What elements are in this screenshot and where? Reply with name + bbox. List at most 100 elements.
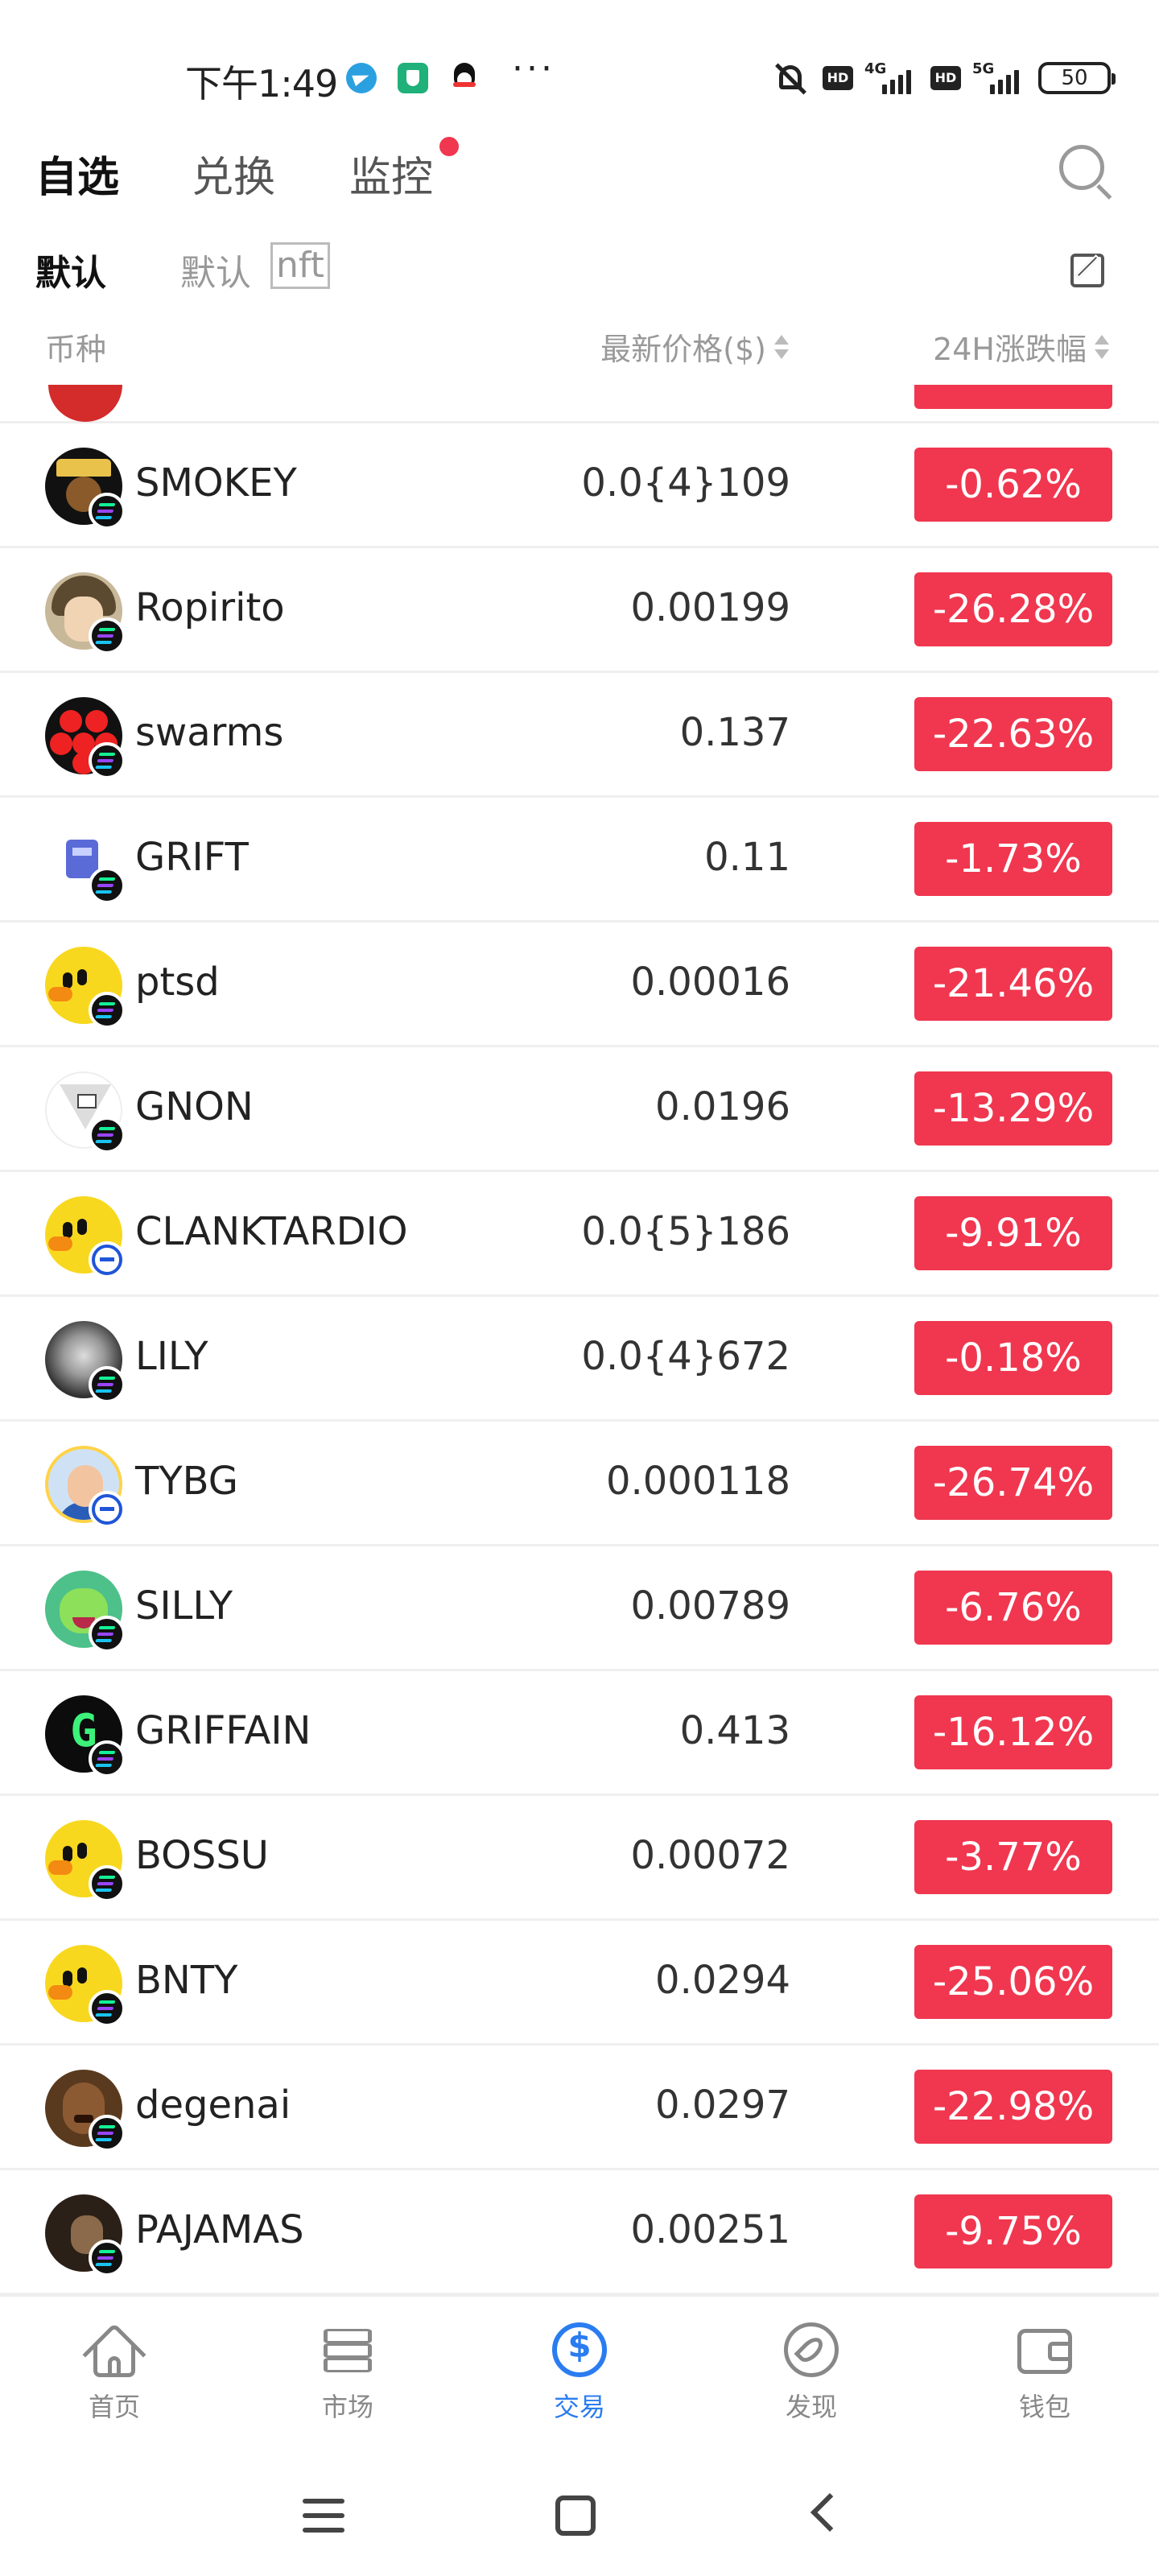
token-symbol: BNTY: [135, 1958, 238, 2003]
subtab-default-2[interactable]: 默认: [180, 244, 251, 295]
token-symbol: swarms: [135, 710, 284, 755]
token-price: 0.11: [704, 835, 790, 880]
change-badge[interactable]: -26.28%: [914, 572, 1112, 646]
token-list[interactable]: SMOKEY 0.0{4}109 -0.62% Ropirito 0.00199 -26.…: [0, 385, 1159, 2294]
column-change[interactable]: 24H涨跌幅: [933, 324, 1111, 369]
solana-chain-icon: [89, 2240, 126, 2277]
token-row[interactable]: CLANKTARDIO 0.0{5}186 -9.91%: [0, 1172, 1159, 1297]
token-row[interactable]: LILY 0.0{4}672 -0.18%: [0, 1297, 1159, 1422]
change-badge[interactable]: -6.76%: [914, 1571, 1112, 1645]
token-symbol: CLANKTARDIO: [135, 1209, 408, 1254]
more-notifications-icon: ···: [512, 48, 555, 89]
token-price: 0.0294: [655, 1958, 790, 2003]
token-price: 0.00199: [630, 585, 791, 630]
status-time: 下午1:49: [185, 62, 338, 105]
system-nav-bar: [0, 2455, 1159, 2576]
nav-trade[interactable]: $ 交易: [523, 2319, 636, 2424]
token-price: 0.00789: [630, 1583, 791, 1629]
edit-icon[interactable]: [1070, 249, 1111, 289]
solana-chain-icon: [89, 2115, 126, 2152]
change-badge[interactable]: -1.73%: [914, 822, 1112, 896]
nav-discover[interactable]: 发现: [755, 2319, 868, 2424]
nav-market[interactable]: 市场: [291, 2319, 404, 2424]
solana-chain-icon: [89, 1865, 126, 1902]
token-row[interactable]: BNTY 0.0294 -25.06%: [0, 1921, 1159, 2046]
search-icon[interactable]: [1056, 142, 1114, 200]
token-symbol: LILY: [135, 1334, 208, 1379]
token-symbol: GNON: [135, 1084, 254, 1129]
token-price: 0.00072: [630, 1833, 791, 1878]
telegram-icon: [346, 63, 377, 93]
token-row[interactable]: PAJAMAS 0.00251 -9.75%: [0, 2170, 1159, 2294]
change-badge[interactable]: -0.18%: [914, 1321, 1112, 1395]
token-symbol: ptsd: [135, 960, 220, 1005]
change-badge[interactable]: -13.29%: [914, 1071, 1112, 1146]
hd-icon-2: HD: [930, 66, 961, 90]
token-symbol: Ropirito: [135, 585, 285, 630]
signal-5g-icon: 5G: [972, 60, 1027, 96]
partially-hidden-row: [0, 385, 1159, 423]
bottom-nav: 首页 市场 $ 交易 发现 钱包: [0, 2294, 1159, 2455]
tab-watchlist[interactable]: 自选: [35, 143, 119, 204]
compass-icon: [781, 2319, 842, 2380]
base-chain-icon: [89, 1491, 126, 1528]
token-price: 0.00016: [630, 960, 791, 1005]
token-row[interactable]: degenai 0.0297 -22.98%: [0, 2046, 1159, 2170]
subtab-default[interactable]: 默认: [35, 244, 106, 295]
change-badge[interactable]: -22.63%: [914, 697, 1112, 771]
column-price[interactable]: 最新价格($): [600, 324, 790, 369]
nav-wallet[interactable]: 钱包: [988, 2319, 1101, 2424]
tab-swap[interactable]: 兑换: [192, 143, 275, 204]
solana-chain-icon: [89, 867, 126, 904]
change-badge[interactable]: -26.74%: [914, 1446, 1112, 1520]
back-icon[interactable]: [810, 2492, 850, 2533]
token-row[interactable]: Ropirito 0.00199 -26.28%: [0, 548, 1159, 673]
top-tabs: 自选 兑换 监控: [0, 137, 1159, 209]
qq-icon: [449, 63, 480, 93]
token-rows: SMOKEY 0.0{4}109 -0.62% Ropirito 0.00199 -26.…: [0, 423, 1159, 2294]
token-row[interactable]: GRIFT 0.11 -1.73%: [0, 798, 1159, 923]
solana-chain-icon: [89, 1366, 126, 1403]
signal-4g-icon: 4G: [864, 60, 919, 96]
token-row[interactable]: G GRIFFAIN 0.413 -16.12%: [0, 1671, 1159, 1796]
change-badge[interactable]: -3.77%: [914, 1820, 1112, 1894]
token-price: 0.0{5}186: [581, 1209, 790, 1254]
solana-chain-icon: [89, 1616, 126, 1653]
home-icon: [82, 2319, 146, 2387]
token-row[interactable]: SMOKEY 0.0{4}109 -0.62%: [0, 423, 1159, 548]
change-badge[interactable]: -9.91%: [914, 1196, 1112, 1270]
tab-monitor[interactable]: 监控: [349, 143, 433, 204]
token-symbol: TYBG: [135, 1459, 238, 1504]
home-square-icon[interactable]: [555, 2496, 596, 2536]
change-badge[interactable]: -0.62%: [914, 448, 1112, 522]
solana-chain-icon: [89, 1117, 126, 1154]
change-badge[interactable]: -9.75%: [914, 2194, 1112, 2268]
layers-icon: [317, 2319, 378, 2380]
subtab-nft[interactable]: nft: [270, 242, 330, 289]
token-row[interactable]: swarms 0.137 -22.63%: [0, 673, 1159, 798]
token-symbol: PAJAMAS: [135, 2207, 304, 2252]
solana-chain-icon: [89, 742, 126, 779]
token-row[interactable]: BOSSU 0.00072 -3.77%: [0, 1796, 1159, 1921]
change-badge[interactable]: -21.46%: [914, 947, 1112, 1021]
token-symbol: BOSSU: [135, 1833, 269, 1878]
mute-icon: [771, 62, 811, 95]
sort-icon: [773, 332, 790, 362]
token-symbol: SILLY: [135, 1583, 233, 1629]
token-price: 0.0{4}109: [581, 460, 790, 506]
status-indicators: HD 4G HD 5G 50: [771, 58, 1116, 98]
token-price: 0.00251: [630, 2207, 791, 2252]
token-row[interactable]: GNON 0.0196 -13.29%: [0, 1047, 1159, 1172]
token-symbol: GRIFT: [135, 835, 249, 880]
shield-app-icon: [398, 63, 428, 93]
change-badge[interactable]: -25.06%: [914, 1945, 1112, 2019]
nav-home[interactable]: 首页: [58, 2319, 171, 2424]
token-symbol: GRIFFAIN: [135, 1708, 311, 1753]
change-badge[interactable]: -16.12%: [914, 1695, 1112, 1769]
trade-icon: $: [549, 2319, 610, 2380]
token-row[interactable]: ptsd 0.00016 -21.46%: [0, 923, 1159, 1047]
menu-icon[interactable]: [303, 2499, 344, 2534]
token-row[interactable]: TYBG 0.000118 -26.74%: [0, 1422, 1159, 1546]
token-row[interactable]: SILLY 0.00789 -6.76%: [0, 1546, 1159, 1671]
change-badge[interactable]: -22.98%: [914, 2070, 1112, 2144]
